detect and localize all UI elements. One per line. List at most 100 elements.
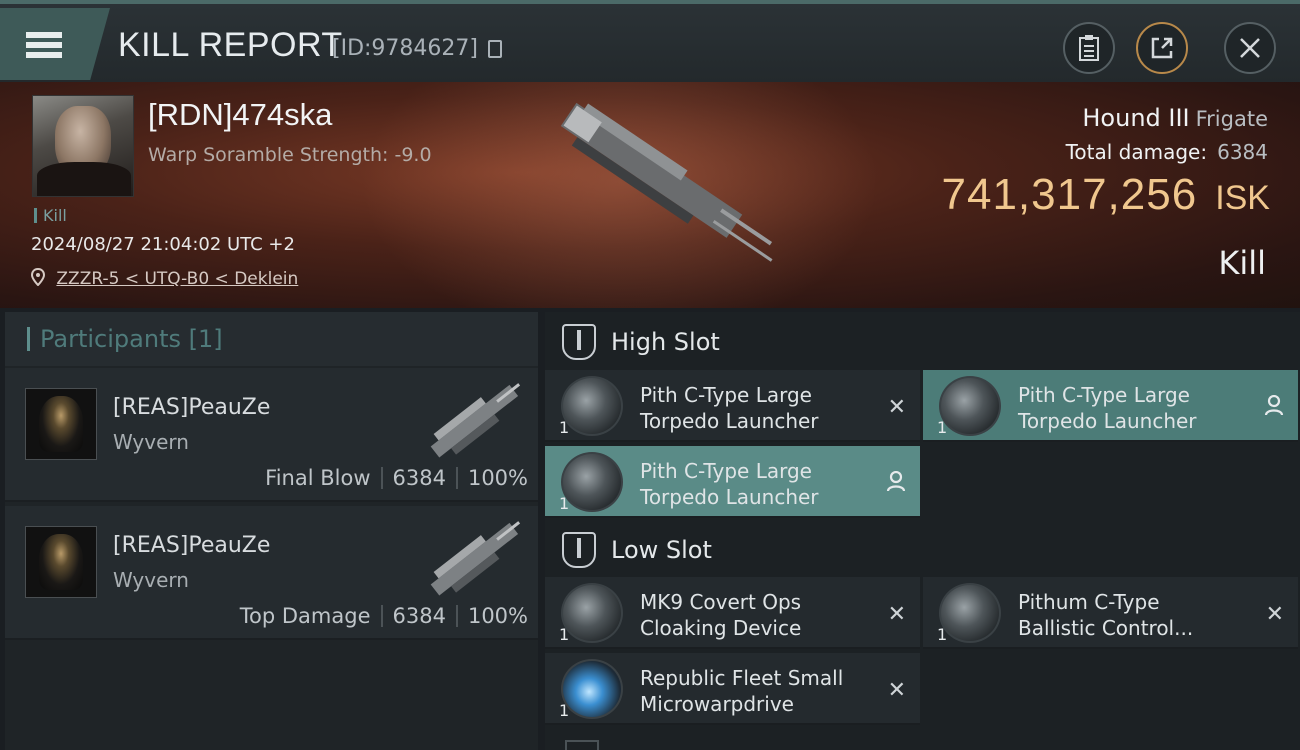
module-name: Pith C-Type Large Torpedo Launcher <box>1018 382 1197 434</box>
module-qty: 1 <box>559 418 570 437</box>
menu-button[interactable] <box>0 8 110 80</box>
total-damage-value: 6384 <box>1217 140 1268 164</box>
cloaking-device-icon <box>561 583 623 643</box>
module-qty: 1 <box>937 418 948 437</box>
module-name-line2: Torpedo Launcher <box>640 485 819 509</box>
stats-separator <box>380 467 383 489</box>
participant-percent: 100% <box>467 466 528 490</box>
participants-title: Participants [1] <box>40 325 223 353</box>
module-qty: 1 <box>559 701 570 720</box>
report-id: [ID:9784627] <box>332 36 478 61</box>
mid-slot-icon <box>565 740 599 750</box>
window-title: KILL REPORT <box>118 26 343 64</box>
isk-value: 741,317,256 <box>941 170 1198 219</box>
title-bar: KILL REPORT [ID:9784627] <box>0 0 1300 82</box>
person-icon <box>886 471 906 492</box>
module-item[interactable]: 1 Pith C-Type Large Torpedo Launcher <box>923 370 1298 442</box>
participant-role: Final Blow <box>265 466 371 490</box>
module-name-line2: Cloaking Device <box>640 616 802 640</box>
module-name-line1: Republic Fleet Small <box>640 666 844 690</box>
isk-value-row: 741,317,256 ISK <box>942 170 1271 220</box>
module-name: Pith C-Type Large Torpedo Launcher <box>640 458 819 510</box>
participant-damage: 6384 <box>392 604 446 628</box>
copy-icon[interactable] <box>488 40 502 58</box>
module-name-line1: Pithum C-Type <box>1018 590 1160 614</box>
module-name: Republic Fleet Small Microwarpdrive <box>640 665 843 717</box>
module-name-line1: Pith C-Type Large <box>1018 383 1190 407</box>
module-name-line2: Microwarpdrive <box>640 692 794 716</box>
close-icon: ✕ <box>887 602 906 627</box>
tag-mark <box>34 208 37 223</box>
total-damage: Total damage: 6384 <box>1066 140 1268 164</box>
low-slot-title: Low Slot <box>611 536 712 564</box>
avatar-hood <box>39 396 83 452</box>
close-button[interactable] <box>1224 22 1276 74</box>
module-item[interactable]: 1 Pith C-Type Large Torpedo Launcher ✕ <box>545 370 920 442</box>
participant-ship: Wyvern <box>113 568 189 592</box>
module-item[interactable]: 1 Pith C-Type Large Torpedo Launcher <box>545 446 920 518</box>
high-slot-title: High Slot <box>611 328 720 356</box>
kill-tag-label: Kill <box>43 206 67 225</box>
stats-separator <box>380 605 383 627</box>
victim-name[interactable]: [RDN]474ska <box>148 97 332 133</box>
module-name: MK9 Covert Ops Cloaking Device <box>640 589 801 641</box>
clipboard-button[interactable] <box>1063 22 1115 74</box>
hamburger-icon <box>26 32 62 38</box>
module-qty: 1 <box>559 494 570 513</box>
fitting-panel: High Slot 1 Pith C-Type Large Torpedo Lau… <box>545 312 1300 750</box>
participant-avatar[interactable] <box>25 526 97 598</box>
ship-class: Frigate <box>1195 107 1268 131</box>
hamburger-icon-line <box>26 42 62 48</box>
victim-ship-image <box>560 102 773 262</box>
participant-percent: 100% <box>467 604 528 628</box>
torpedo-launcher-icon <box>939 376 1001 436</box>
stats-separator <box>455 605 458 627</box>
module-name: Pithum C-Type Ballistic Control... <box>1018 589 1193 641</box>
avatar-coat <box>37 162 131 196</box>
torpedo-launcher-icon <box>561 452 623 512</box>
module-item[interactable]: 1 Republic Fleet Small Microwarpdrive ✕ <box>545 653 920 725</box>
participant-damage: 6384 <box>392 466 446 490</box>
participant-name[interactable]: [REAS]PeauZe <box>113 533 270 558</box>
torpedo-launcher-icon <box>561 376 623 436</box>
module-name-line2: Ballistic Control... <box>1018 616 1194 640</box>
participant-role: Top Damage <box>239 604 371 628</box>
location-text[interactable]: ZZZR-5 < UTQ-B0 < Deklein <box>56 269 298 289</box>
total-damage-label: Total damage: <box>1065 140 1208 164</box>
participant-row[interactable]: [REAS]PeauZe Wyvern Final Blow 6384 100% <box>5 368 538 502</box>
close-icon <box>1240 38 1260 58</box>
participant-ship-image <box>430 521 521 596</box>
participants-header: Participants [1] <box>5 312 538 366</box>
close-icon: ✕ <box>887 395 906 420</box>
ship-info: Hound III Frigate <box>1082 104 1268 132</box>
victim-banner: [RDN]474ska Warp Soramble Strength: -9.0… <box>0 82 1300 308</box>
module-item[interactable]: 1 Pithum C-Type Ballistic Control... ✕ <box>923 577 1298 649</box>
share-button[interactable] <box>1136 22 1188 74</box>
participant-avatar[interactable] <box>25 388 97 460</box>
avatar-hood <box>39 534 83 590</box>
stats-separator <box>455 467 458 489</box>
ballistic-control-icon <box>939 583 1001 643</box>
kill-tag: Kill <box>34 206 67 225</box>
high-slot-icon <box>562 324 596 360</box>
close-icon: ✕ <box>887 678 906 703</box>
module-name-line2: Torpedo Launcher <box>1018 409 1197 433</box>
participant-row[interactable]: [REAS]PeauZe Wyvern Top Damage 6384 100% <box>5 506 538 640</box>
high-slot-header: High Slot <box>545 312 1300 372</box>
victim-avatar[interactable] <box>32 95 134 197</box>
kill-timestamp: 2024/08/27 21:04:02 UTC +2 <box>31 234 295 255</box>
module-name: Pith C-Type Large Torpedo Launcher <box>640 382 819 434</box>
location-link[interactable]: ZZZR-5 < UTQ-B0 < Deklein <box>30 267 298 289</box>
participant-ship: Wyvern <box>113 430 189 454</box>
module-name-line1: Pith C-Type Large <box>640 383 812 407</box>
participant-stats: Top Damage 6384 100% <box>240 604 528 628</box>
result-label: Kill <box>1218 244 1266 282</box>
close-icon: ✕ <box>1265 602 1284 627</box>
participant-stats: Final Blow 6384 100% <box>265 466 528 490</box>
isk-unit: ISK <box>1215 179 1270 217</box>
ship-name[interactable]: Hound III <box>1082 104 1189 132</box>
clipboard-icon <box>1079 35 1099 61</box>
module-qty: 1 <box>559 625 570 644</box>
participant-name[interactable]: [REAS]PeauZe <box>113 395 270 420</box>
module-item[interactable]: 1 MK9 Covert Ops Cloaking Device ✕ <box>545 577 920 649</box>
